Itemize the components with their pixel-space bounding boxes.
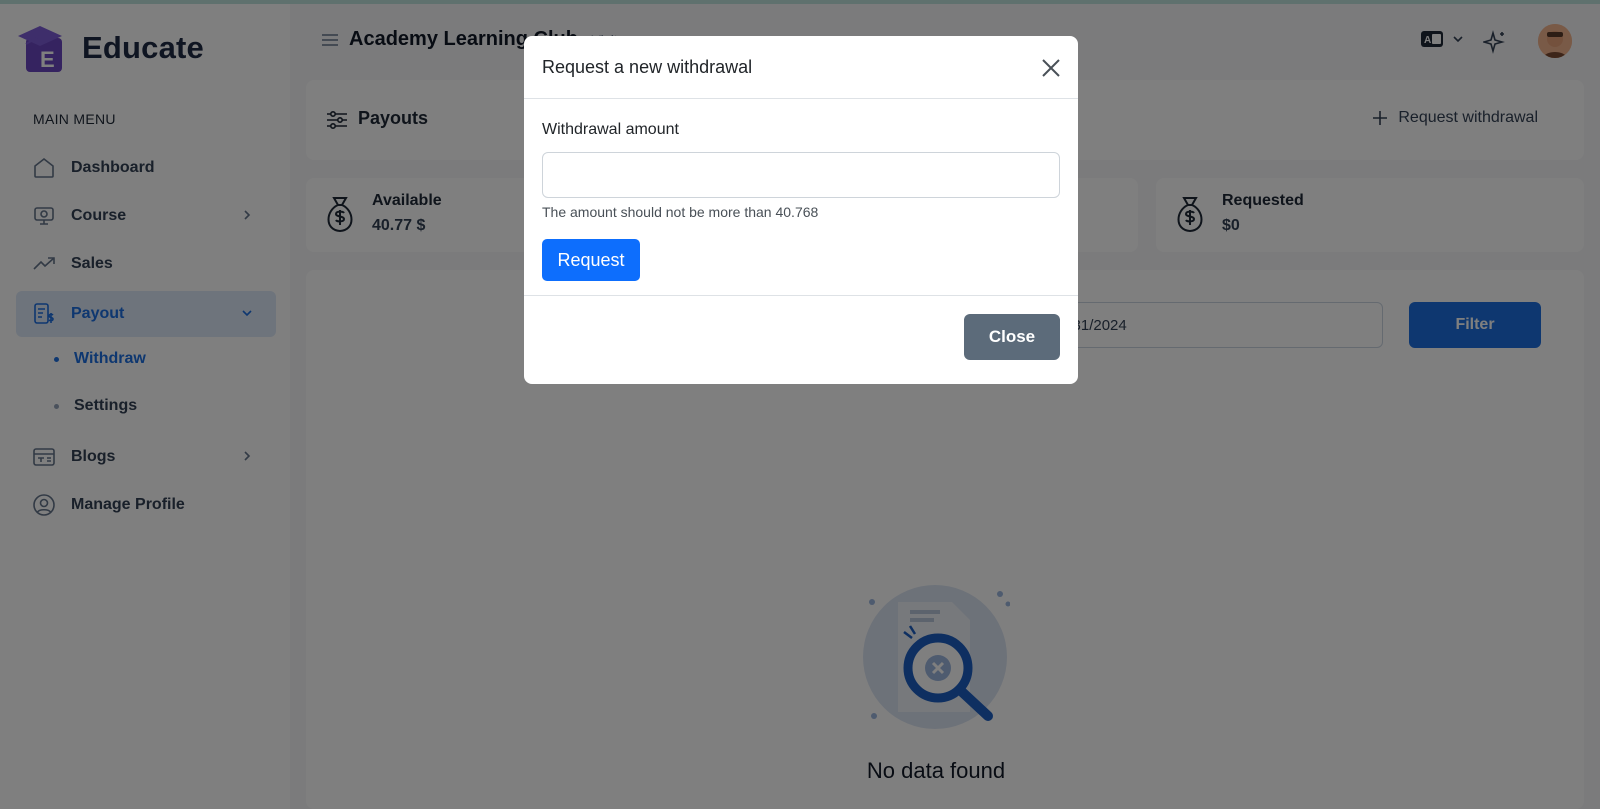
modal-body: Withdrawal amount The amount should not … [524, 99, 1078, 296]
close-icon[interactable] [1040, 57, 1062, 79]
close-button[interactable]: Close [964, 314, 1060, 360]
withdrawal-amount-label: Withdrawal amount [542, 121, 679, 138]
modal-header: Request a new withdrawal [524, 36, 1078, 99]
request-button[interactable]: Request [542, 239, 640, 281]
withdrawal-modal: Request a new withdrawal Withdrawal amou… [524, 36, 1078, 384]
amount-help-text: The amount should not be more than 40.76… [542, 204, 819, 220]
modal-footer: Close [524, 296, 1078, 384]
modal-title: Request a new withdrawal [542, 57, 753, 77]
withdrawal-amount-input[interactable] [542, 152, 1060, 198]
